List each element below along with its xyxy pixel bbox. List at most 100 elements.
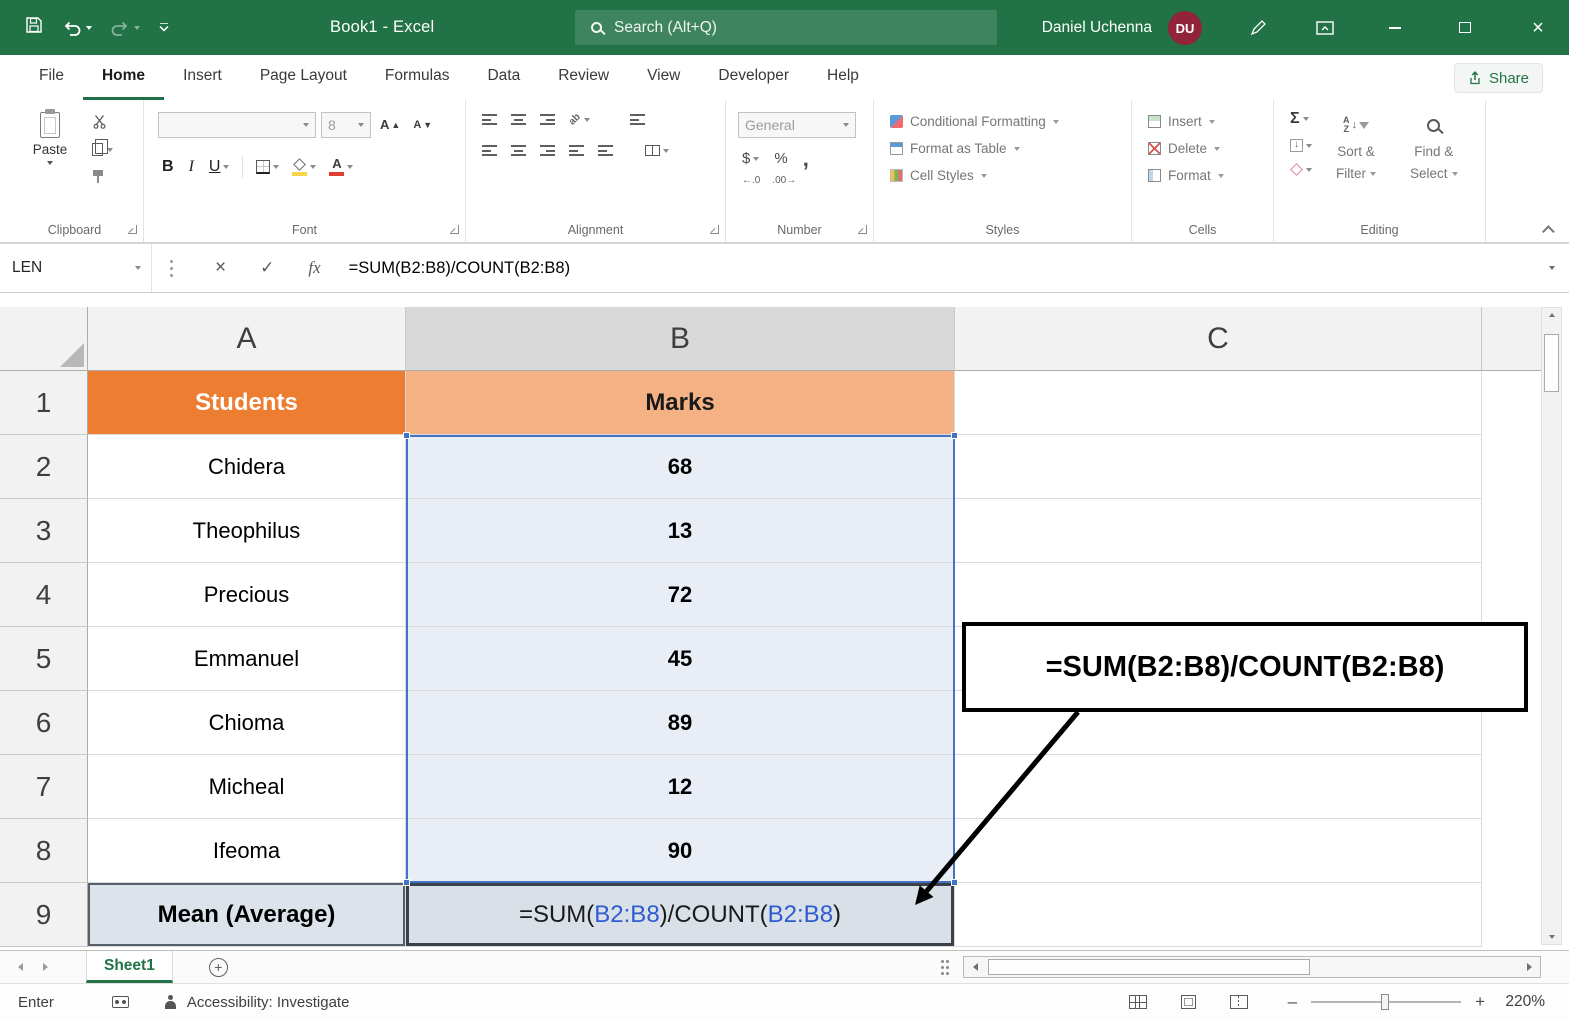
scroll-down-icon[interactable] bbox=[1549, 935, 1555, 939]
cell-C4[interactable] bbox=[955, 563, 1482, 627]
increase-indent-icon[interactable] bbox=[598, 145, 613, 156]
scroll-right-icon[interactable] bbox=[1518, 957, 1540, 977]
sort-filter-button[interactable]: AZ↓ Sort & Filter bbox=[1336, 112, 1376, 182]
formula-input[interactable]: =SUM(B2:B8)/COUNT(B2:B8) bbox=[349, 259, 570, 278]
ribbon-display-options-button[interactable] bbox=[1305, 0, 1345, 55]
cell-C3[interactable] bbox=[955, 499, 1482, 563]
row-header-6[interactable]: 6 bbox=[0, 691, 88, 755]
scroll-left-icon[interactable] bbox=[964, 957, 986, 977]
number-dialog-launcher[interactable] bbox=[858, 225, 867, 234]
row-header-1[interactable]: 1 bbox=[0, 371, 88, 435]
conditional-formatting-button[interactable]: Conditional Formatting bbox=[874, 108, 1131, 135]
name-box[interactable]: LEN bbox=[0, 244, 152, 292]
ink-editor-button[interactable] bbox=[1238, 0, 1278, 55]
cell-styles-button[interactable]: Cell Styles bbox=[874, 162, 1131, 189]
cell-C9[interactable] bbox=[955, 883, 1482, 947]
previous-sheet-icon[interactable] bbox=[18, 963, 23, 971]
alignment-dialog-launcher[interactable] bbox=[710, 225, 719, 234]
tab-scroll-split-handle[interactable] bbox=[941, 966, 949, 969]
font-dialog-launcher[interactable] bbox=[450, 225, 459, 234]
cell-B5[interactable]: 45 bbox=[406, 627, 955, 691]
bold-button[interactable]: B bbox=[162, 158, 174, 176]
underline-button[interactable]: U bbox=[209, 158, 230, 176]
cell-C7[interactable] bbox=[955, 755, 1482, 819]
minimize-button[interactable] bbox=[1375, 0, 1415, 55]
cell-B7[interactable]: 12 bbox=[406, 755, 955, 819]
italic-button[interactable]: I bbox=[187, 158, 196, 176]
cell-B3[interactable]: 13 bbox=[406, 499, 955, 563]
cell-C2[interactable] bbox=[955, 435, 1482, 499]
align-left-icon[interactable] bbox=[482, 145, 497, 156]
collapse-ribbon-button[interactable] bbox=[1542, 225, 1555, 238]
horizontal-scrollbar[interactable] bbox=[963, 956, 1541, 978]
decrease-font-size-button[interactable]: A▼ bbox=[409, 119, 436, 131]
confirm-entry-button[interactable]: ✓ bbox=[260, 258, 274, 278]
zoom-slider[interactable] bbox=[1311, 1001, 1461, 1003]
page-layout-view-button[interactable] bbox=[1181, 995, 1196, 1009]
clipboard-dialog-launcher[interactable] bbox=[128, 225, 137, 234]
bottom-align-icon[interactable] bbox=[540, 114, 555, 125]
orientation-button[interactable]: ab bbox=[569, 114, 590, 125]
normal-view-button[interactable] bbox=[1129, 995, 1147, 1009]
tab-file[interactable]: File bbox=[20, 55, 83, 100]
row-header-3[interactable]: 3 bbox=[0, 499, 88, 563]
column-header-A[interactable]: A bbox=[88, 307, 406, 371]
tab-review[interactable]: Review bbox=[539, 55, 628, 100]
cell-B8[interactable]: 90 bbox=[406, 819, 955, 883]
tab-formulas[interactable]: Formulas bbox=[366, 55, 469, 100]
row-header-2[interactable]: 2 bbox=[0, 435, 88, 499]
cell-A2[interactable]: Chidera bbox=[88, 435, 406, 499]
font-color-button[interactable]: A bbox=[329, 158, 353, 176]
sheet-tab-sheet1[interactable]: Sheet1 bbox=[86, 951, 173, 983]
column-header-B[interactable]: B bbox=[406, 307, 955, 371]
avatar[interactable]: DU bbox=[1168, 11, 1202, 45]
cell-A8[interactable]: Ifeoma bbox=[88, 819, 406, 883]
macro-record-icon[interactable] bbox=[112, 996, 129, 1008]
tab-data[interactable]: Data bbox=[468, 55, 539, 100]
row-header-5[interactable]: 5 bbox=[0, 627, 88, 691]
cut-button[interactable] bbox=[92, 114, 113, 129]
cell-B2[interactable]: 68 bbox=[406, 435, 955, 499]
comma-style-button[interactable]: , bbox=[803, 154, 809, 164]
font-size-combo[interactable]: 8 bbox=[321, 112, 371, 138]
find-select-button[interactable]: Find & Select bbox=[1410, 112, 1458, 182]
cell-C8[interactable] bbox=[955, 819, 1482, 883]
cancel-entry-button[interactable]: × bbox=[215, 257, 226, 279]
cell-A1[interactable]: Students bbox=[88, 371, 406, 435]
number-format-combo[interactable]: General bbox=[738, 112, 856, 138]
clear-button[interactable] bbox=[1290, 163, 1312, 176]
cell-B9[interactable]: =SUM(B2:B8)/COUNT(B2:B8) bbox=[406, 883, 955, 947]
format-as-table-button[interactable]: Format as Table bbox=[874, 135, 1131, 162]
fill-color-button[interactable] bbox=[292, 158, 316, 176]
paste-button[interactable]: Paste bbox=[24, 112, 76, 165]
redo-button[interactable] bbox=[110, 19, 140, 37]
tab-help[interactable]: Help bbox=[808, 55, 878, 100]
scroll-up-icon[interactable] bbox=[1549, 313, 1555, 317]
undo-button[interactable] bbox=[62, 19, 92, 37]
vertical-scroll-thumb[interactable] bbox=[1544, 334, 1559, 392]
borders-button[interactable] bbox=[256, 160, 279, 174]
save-button[interactable] bbox=[24, 15, 44, 40]
row-header-9[interactable]: 9 bbox=[0, 883, 88, 947]
accounting-format-button[interactable]: $ bbox=[742, 150, 759, 167]
align-center-icon[interactable] bbox=[511, 145, 526, 156]
zoom-out-button[interactable]: – bbox=[1288, 992, 1297, 1012]
new-sheet-button[interactable]: + bbox=[209, 958, 228, 977]
cell-C1[interactable] bbox=[955, 371, 1482, 435]
zoom-in-button[interactable]: + bbox=[1475, 992, 1485, 1012]
align-right-icon[interactable] bbox=[540, 145, 555, 156]
maximize-button[interactable] bbox=[1445, 0, 1485, 55]
horizontal-scroll-thumb[interactable] bbox=[988, 959, 1310, 975]
merge-center-button[interactable] bbox=[645, 145, 669, 156]
autosum-button[interactable]: Σ bbox=[1290, 110, 1312, 128]
format-cells-button[interactable]: Format bbox=[1132, 162, 1273, 189]
delete-cells-button[interactable]: Delete bbox=[1132, 135, 1273, 162]
cell-A7[interactable]: Micheal bbox=[88, 755, 406, 819]
tab-insert[interactable]: Insert bbox=[164, 55, 241, 100]
cell-B1[interactable]: Marks bbox=[406, 371, 955, 435]
customize-quick-access-button[interactable] bbox=[158, 19, 170, 37]
tab-home[interactable]: Home bbox=[83, 55, 164, 100]
search-input[interactable]: Search (Alt+Q) bbox=[575, 10, 997, 45]
format-painter-button[interactable] bbox=[92, 170, 113, 183]
middle-align-icon[interactable] bbox=[511, 114, 526, 125]
